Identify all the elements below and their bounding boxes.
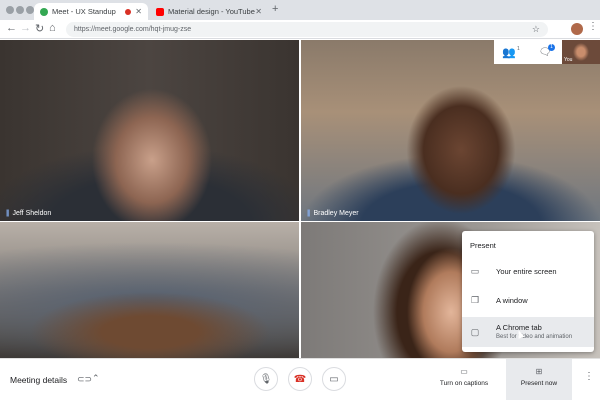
microphone-icon: 🎙 (259, 373, 273, 385)
phone-hangup-icon: ☎ (293, 373, 307, 385)
close-icon[interactable]: ✕ (135, 7, 142, 16)
people-button[interactable]: 👥 1 (494, 40, 528, 64)
participant-tile-jeff: ||| Jeff Sheldon (0, 40, 299, 221)
participant-name: ||| Jeff Sheldon (6, 210, 51, 217)
tab-icon: ▢ (470, 327, 480, 337)
tab-youtube[interactable]: Material design - YouTube ✕ (150, 3, 268, 20)
home-icon[interactable]: ⌂ (49, 22, 56, 34)
present-option-window[interactable]: ❐ A window (462, 287, 594, 313)
option-label: Your entire screen (496, 266, 557, 276)
tab-title: Material design - YouTube (168, 7, 255, 16)
recording-dot-icon (125, 8, 132, 15)
window-close-dot[interactable] (6, 6, 14, 14)
audio-level-icon: ||| (307, 210, 311, 217)
present-screen-icon: ⊞ (535, 367, 543, 376)
browser-tab-bar: Meet - UX Standup ✕ Material design - Yo… (0, 0, 600, 20)
closed-captions-icon[interactable]: ⊂⊃ (77, 374, 92, 385)
participant-name: ||| Bradley Meyer (307, 210, 359, 217)
hang-up-button[interactable]: ☎ (288, 367, 312, 391)
close-icon[interactable]: ✕ (255, 7, 262, 16)
url-text: https://meet.google.com/hqt-jmug-zse (74, 26, 192, 33)
self-label: You (564, 57, 573, 63)
participant-name-text: Bradley Meyer (313, 210, 359, 217)
forward-icon[interactable]: → (20, 22, 31, 34)
chevron-up-icon[interactable]: ⌃ (92, 373, 100, 384)
plus-icon[interactable]: + (272, 3, 278, 15)
option-sublabel: Best for video and animation (496, 334, 573, 340)
browser-menu-icon[interactable]: ⋮ (588, 21, 598, 32)
star-icon[interactable]: ☆ (532, 22, 540, 37)
window-zoom-dot[interactable] (26, 6, 34, 14)
turn-on-captions-button[interactable]: ▭ Turn on captions (436, 362, 492, 396)
microphone-button[interactable]: 🎙 (254, 367, 278, 391)
more-options-icon[interactable]: ⋮ (584, 371, 594, 382)
participant-count: 1 (516, 46, 520, 52)
tab-meet[interactable]: Meet - UX Standup ✕ (34, 3, 148, 20)
meeting-details-button[interactable]: Meeting details (10, 375, 67, 385)
present-label: Present now (520, 380, 558, 387)
browser-toolbar: ← → ↻ ⌂ https://meet.google.com/hqt-jmug… (0, 20, 600, 39)
participant-tile-bradley: ||| Bradley Meyer (301, 40, 600, 221)
self-view[interactable]: You (562, 40, 600, 64)
participant-tile-conference-room (0, 222, 299, 358)
people-icon: 👥 (502, 46, 516, 59)
reload-icon[interactable]: ↻ (35, 22, 44, 35)
profile-avatar[interactable] (571, 23, 583, 35)
meet-favicon-icon (40, 7, 48, 16)
window-minimize-dot[interactable] (16, 6, 24, 14)
back-icon[interactable]: ← (6, 22, 17, 34)
camera-icon: ▭ (329, 373, 339, 385)
captions-icon: ▭ (460, 367, 468, 376)
present-option-chrome-tab[interactable]: ▢ A Chrome tab Best for video and animat… (462, 317, 594, 347)
address-bar[interactable]: https://meet.google.com/hqt-jmug-zse ☆ (66, 22, 548, 37)
monitor-icon: ▭ (470, 265, 480, 276)
present-menu-title: Present (470, 241, 496, 250)
option-label: A window (496, 295, 528, 305)
participant-name-text: Jeff Sheldon (12, 210, 52, 217)
youtube-favicon-icon (156, 7, 164, 16)
present-option-entire-screen[interactable]: ▭ Your entire screen (462, 258, 594, 284)
present-now-button[interactable]: ⊞ Present now (506, 359, 572, 400)
camera-button[interactable]: ▭ (322, 367, 346, 391)
captions-label: Turn on captions (439, 380, 489, 387)
present-menu: Present ▭ Your entire screen ❐ A window … (462, 231, 594, 352)
chat-badge: 1 (548, 44, 555, 51)
window-icon: ❐ (470, 294, 480, 305)
chat-button[interactable]: 🗨 1 (528, 40, 562, 64)
audio-level-icon: ||| (6, 210, 10, 217)
tab-title: Meet - UX Standup (52, 7, 116, 16)
